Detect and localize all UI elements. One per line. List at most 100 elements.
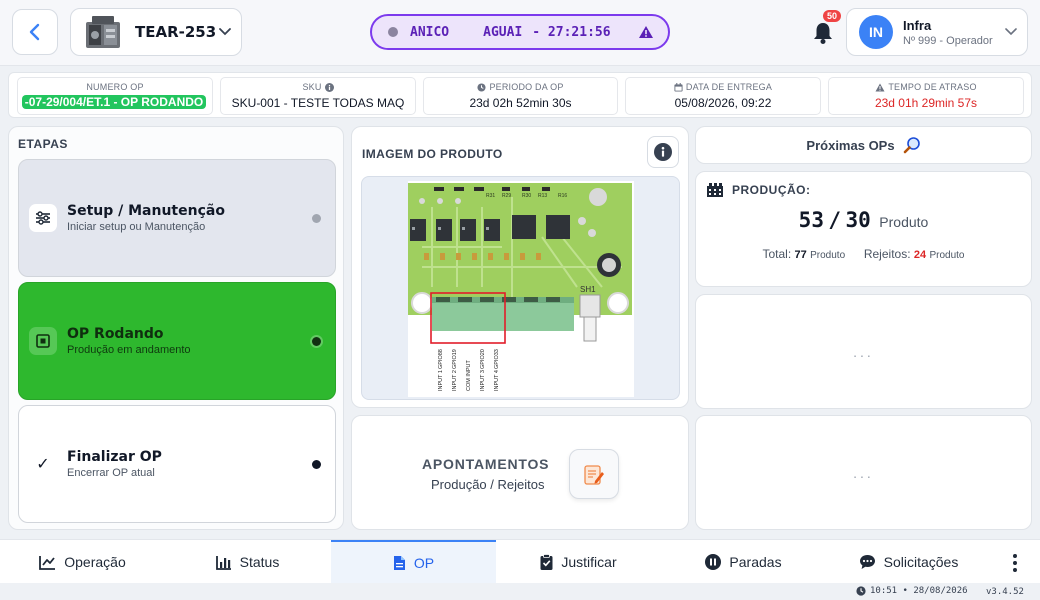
pcb-label: GPIO20 <box>480 349 486 369</box>
product-info-button[interactable] <box>647 136 679 168</box>
status-text-segment: ANICO <box>410 24 450 40</box>
warning-icon <box>875 83 885 91</box>
status-timer: - 27:21:56 <box>532 24 611 40</box>
numero-op-box: NUMERO OP -07-29/004/ET.1 - OP RODANDO <box>17 77 213 115</box>
step-subtitle: Encerrar OP atual <box>67 467 155 479</box>
bottom-nav: Operação Status OP Justificar Paradas So… <box>0 539 1040 584</box>
info-icon <box>654 143 672 161</box>
pcb-label: GPIO88 <box>438 349 444 369</box>
pcb-label: INPUT 3 <box>480 370 486 391</box>
factory-icon <box>707 183 723 197</box>
machine-selector[interactable]: TEAR-253 <box>70 8 242 56</box>
kebab-menu-icon[interactable] <box>1005 552 1025 574</box>
apontamentos-button[interactable] <box>569 449 619 499</box>
pcb-label: R30 <box>522 193 531 199</box>
status-dot <box>388 27 398 37</box>
tab-paradas[interactable]: Paradas <box>661 540 826 584</box>
tab-op[interactable]: OP <box>331 540 496 584</box>
periodo-value: 23d 02h 52min 30s <box>469 96 572 110</box>
empty-slot-1: ... <box>695 294 1032 409</box>
tab-label: Operação <box>64 554 126 570</box>
sku-value: SKU-001 - TESTE TODAS MAQ <box>231 96 405 110</box>
chevron-down-icon <box>219 28 231 36</box>
search-icon <box>903 137 920 154</box>
product-image: SH1 INPUT 1 GPIO88 INPUT 2 GPIO19 COM IN… <box>361 176 680 400</box>
product-image-title: IMAGEM DO PRODUTO <box>362 147 503 161</box>
producao-separator: / <box>828 208 842 232</box>
rejeitos-unit: Produto <box>929 250 965 261</box>
machine-icon <box>86 16 120 48</box>
step-setup-manutencao[interactable]: Setup / Manutenção Iniciar setup ou Manu… <box>18 159 336 277</box>
warning-icon <box>639 26 653 38</box>
placeholder-text: ... <box>853 343 874 360</box>
tab-status[interactable]: Status <box>165 540 330 584</box>
producao-current: 53 <box>798 208 824 232</box>
producao-target: 30 <box>845 208 871 232</box>
pcb-label: SH1 <box>580 285 596 294</box>
pcb-label: R16 <box>558 193 567 199</box>
periodo-box: PERIODO DA OP 23d 02h 52min 30s <box>423 77 618 115</box>
chat-icon <box>859 554 876 570</box>
pcb-label: R13 <box>538 193 547 199</box>
tab-justificar[interactable]: Justificar <box>496 540 661 584</box>
tab-label: Solicitações <box>883 554 959 570</box>
entrega-value: 05/08/2026, 09:22 <box>674 96 772 110</box>
pcb-label: COM INPUT <box>466 360 472 392</box>
status-text-segment: AGUAI <box>483 24 523 40</box>
atraso-box: TEMPO DE ATRASO 23d 01h 29min 57s <box>828 77 1024 115</box>
pcb-label: INPUT 4 <box>494 370 500 391</box>
machine-status-pill[interactable]: ANICO AGUAI - 27:21:56 <box>370 14 670 50</box>
step-status-dot <box>312 336 321 346</box>
pause-icon <box>705 554 722 570</box>
pcb-label: R31 <box>486 193 495 199</box>
numero-op-label: NUMERO OP <box>86 82 144 92</box>
pcb-label: GPIO19 <box>452 349 458 369</box>
step-status-dot <box>312 213 321 223</box>
tab-operacao[interactable]: Operação <box>0 540 165 584</box>
tab-label: Justificar <box>561 554 617 570</box>
tab-label: OP <box>413 555 435 571</box>
etapas-title: ETAPAS <box>18 137 68 151</box>
machine-name: TEAR-253 <box>135 23 217 41</box>
pcb-label: R29 <box>502 193 511 199</box>
tab-solicitacoes[interactable]: Solicitações <box>826 540 991 584</box>
rejeitos-value: 24 <box>913 249 927 261</box>
clock-icon <box>477 82 486 92</box>
entrega-label: DATA DE ENTREGA <box>685 82 773 92</box>
back-button[interactable] <box>12 9 58 55</box>
footer-clock: 10:51 • 28/08/2026 <box>870 586 968 596</box>
product-image-panel: IMAGEM DO PRODUTO SH1 INPUT 1 GPIO88 INP… <box>351 126 689 408</box>
placeholder-text: ... <box>853 464 874 481</box>
clipboard-check-icon <box>540 554 553 570</box>
pcb-image: SH1 INPUT 1 GPIO88 INPUT 2 GPIO19 COM IN… <box>408 181 634 397</box>
step-subtitle: Iniciar setup ou Manutenção <box>67 221 206 233</box>
notification-badge: 50 <box>823 10 842 22</box>
notifications-button[interactable]: 50 <box>810 10 842 46</box>
bar-chart-icon <box>215 555 232 570</box>
apontamentos-panel[interactable]: APONTAMENTOS Produção / Rejeitos <box>351 415 689 530</box>
step-finalizar-op[interactable]: ✓ Finalizar OP Encerrar OP atual <box>18 405 336 523</box>
user-role: Nº 999 - Operador <box>903 34 993 47</box>
tab-label: Paradas <box>729 554 782 570</box>
total-label: Total: <box>762 247 792 261</box>
pcb-label: GPIO33 <box>494 349 500 369</box>
sliders-icon <box>29 204 57 232</box>
total-value: 77 <box>794 249 807 261</box>
proximas-ops-title: Próximas OPs <box>806 137 895 153</box>
proximas-ops-button[interactable]: Próximas OPs <box>695 126 1032 164</box>
avatar: IN <box>859 15 893 49</box>
status-footer: 10:51 • 28/08/2026 v3.4.52 <box>0 583 1040 600</box>
numero-op-value: -07-29/004/ET.1 - OP RODANDO <box>21 95 207 109</box>
step-status-dot <box>312 459 321 469</box>
entrega-box: DATA DE ENTREGA 05/08/2026, 09:22 <box>625 77 821 115</box>
step-op-rodando[interactable]: OP Rodando Produção em andamento <box>18 282 336 400</box>
user-menu[interactable]: IN Infra Nº 999 - Operador <box>846 8 1028 56</box>
user-name: Infra <box>903 17 932 33</box>
app-version: v3.4.52 <box>986 587 1024 597</box>
chevron-left-icon <box>29 23 40 41</box>
total-unit: Produto <box>810 250 846 261</box>
etapas-panel: ETAPAS Setup / Manutenção Iniciar setup … <box>8 126 344 530</box>
rejeitos-label: Rejeitos: <box>863 247 911 261</box>
clock-icon <box>856 586 866 596</box>
periodo-label: PERIODO DA OP <box>489 82 564 92</box>
